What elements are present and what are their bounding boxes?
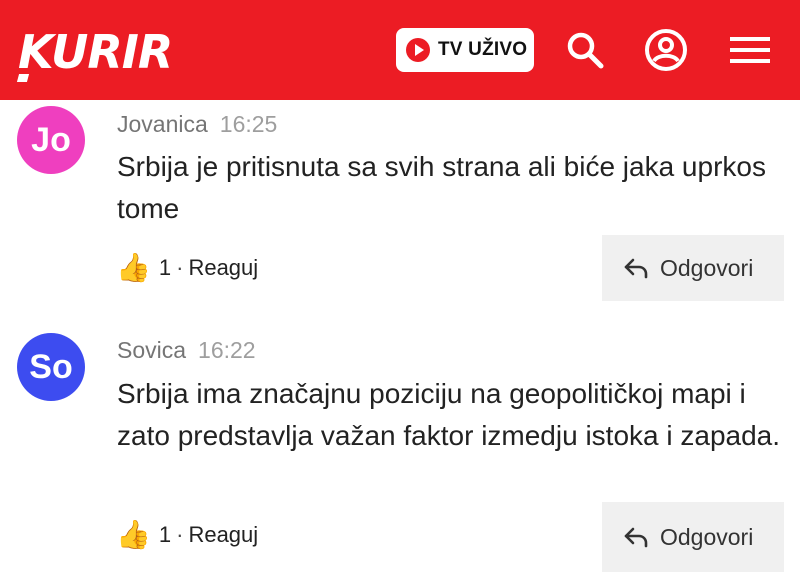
tv-live-label: TV UŽIVO [438,39,528,60]
search-icon[interactable] [561,26,609,74]
top-bar: KURIR TV UŽIVO [0,0,800,100]
comment-text: Srbija je pritisnuta sa svih strana ali … [117,151,766,224]
reply-arrow-icon [624,258,648,279]
avatar: Jo [17,106,85,174]
reaction-count: 1 [158,255,172,280]
react-button[interactable]: 👍 1 · Reaguj [116,518,258,552]
comment-text: Srbija ima značajnu poziciju na geopolit… [117,378,781,451]
separator-dot: · [176,255,184,280]
comment-author[interactable]: Sovica [117,337,186,363]
comment-meta: Jovanica 16:25 [117,110,277,138]
thumbs-up-icon: 👍 [116,519,151,550]
comment-time: 16:25 [219,111,278,137]
logo-accent [16,74,30,82]
react-label: Reaguj [188,522,259,547]
reply-button[interactable]: Odgovori [602,502,784,572]
account-icon[interactable] [642,26,690,74]
avatar: So [17,333,85,401]
reply-label: Odgovori [660,254,754,281]
reply-arrow-icon [624,527,648,548]
reaction-count: 1 [158,522,172,547]
react-button[interactable]: 👍 1 · Reaguj [116,251,258,285]
separator-dot: · [176,522,184,547]
tv-live-button[interactable]: TV UŽIVO [396,28,534,72]
comment-time: 16:22 [198,337,256,363]
play-icon [406,38,430,62]
reply-label: Odgovori [660,523,754,550]
react-label: Reaguj [188,255,259,280]
thumbs-up-icon: 👍 [116,252,151,283]
kurir-logo[interactable]: KURIR [18,22,173,82]
reply-button[interactable]: Odgovori [602,235,784,301]
comment-author[interactable]: Jovanica [117,111,208,137]
menu-icon[interactable] [726,26,774,74]
comment-meta: Sovica 16:22 [117,336,256,364]
